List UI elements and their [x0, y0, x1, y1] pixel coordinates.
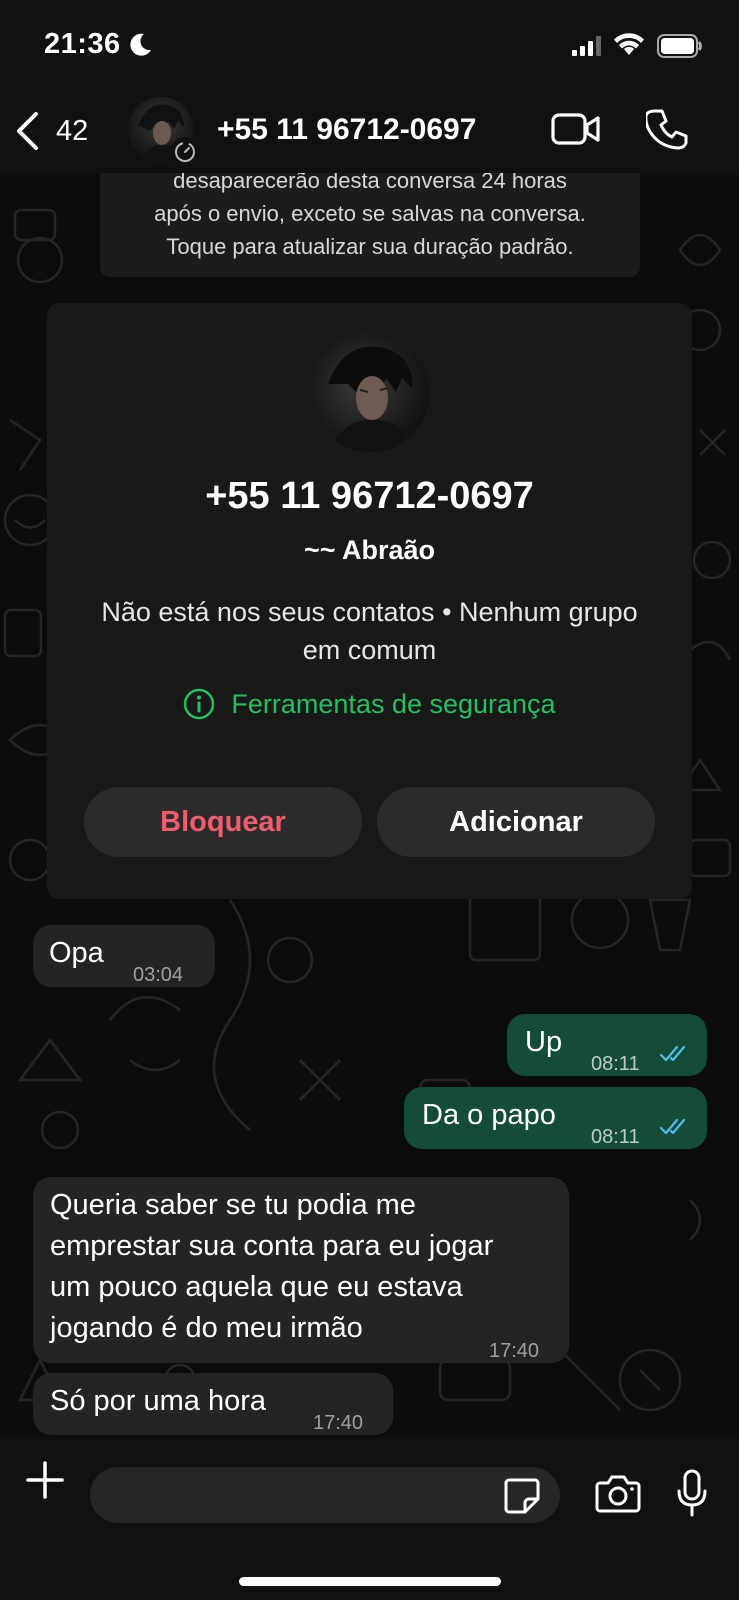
- contact-avatar[interactable]: [310, 332, 430, 452]
- signal-icon: [572, 36, 601, 56]
- back-button[interactable]: 42: [14, 109, 88, 153]
- info-icon: [184, 688, 215, 720]
- contact-info-text: Não está nos seus contatos • Nenhum grup…: [67, 593, 672, 669]
- phone-icon[interactable]: [646, 108, 688, 150]
- message-time: 08:11: [591, 1053, 640, 1075]
- wifi-icon: [614, 33, 644, 55]
- moon-icon: [130, 33, 151, 56]
- sticker-icon[interactable]: [503, 1477, 541, 1515]
- back-chevron-icon: [17, 112, 38, 150]
- info-line: em comum: [302, 635, 437, 665]
- message-composer: [0, 1437, 739, 1600]
- message-time: 03:04: [133, 964, 184, 986]
- message-text: Opa: [49, 937, 104, 969]
- message-text: Da o papo: [422, 1099, 556, 1131]
- message-outgoing[interactable]: Da o papo 08:11: [404, 1087, 707, 1149]
- message-incoming[interactable]: Opa 03:04: [33, 925, 215, 987]
- chat-title[interactable]: +55 11 96712-0697: [217, 113, 476, 147]
- contact-info-card: +55 11 96712-0697 ~~ Abraão Não está nos…: [47, 303, 692, 899]
- chat-header: 42 +55 11 96712-0697: [0, 95, 739, 173]
- message-outgoing[interactable]: Up 08:11: [507, 1014, 707, 1076]
- unread-count: 42: [56, 114, 89, 147]
- message-incoming[interactable]: Queria saber se tu podia me emprestar su…: [33, 1177, 569, 1363]
- message-text: Só por uma hora: [50, 1385, 267, 1417]
- message-time: 08:11: [591, 1126, 640, 1148]
- add-contact-button[interactable]: Adicionar: [377, 787, 655, 857]
- message-incoming[interactable]: Só por uma hora 17:40: [33, 1373, 393, 1435]
- double-check-icon: [659, 1118, 686, 1135]
- safety-tools-link[interactable]: Ferramentas de segurança: [47, 688, 692, 720]
- status-time: 21:36: [44, 28, 121, 60]
- notice-line: Toque para atualizar sua duração padrão.: [166, 234, 574, 259]
- video-call-icon[interactable]: [551, 111, 601, 147]
- message-text: Up: [525, 1026, 563, 1058]
- status-bar: 21:36: [0, 0, 739, 95]
- disappearing-timer-icon: [170, 137, 200, 167]
- safety-tools-label: Ferramentas de segurança: [231, 688, 556, 719]
- block-button[interactable]: Bloquear: [84, 787, 362, 857]
- contact-phone: +55 11 96712-0697: [205, 475, 534, 517]
- battery-icon: [657, 34, 702, 58]
- info-line: Não está nos seus contatos • Nenhum grup…: [101, 597, 638, 627]
- message-line: emprestar sua conta para eu jogar: [50, 1230, 494, 1262]
- message-input[interactable]: [90, 1467, 560, 1523]
- contact-name: ~~ Abraão: [303, 535, 436, 565]
- mic-icon[interactable]: [676, 1469, 708, 1519]
- camera-icon[interactable]: [595, 1475, 641, 1513]
- double-check-icon: [659, 1045, 686, 1062]
- message-time: 17:40: [489, 1340, 540, 1362]
- message-line: Queria saber se tu podia me: [50, 1189, 416, 1221]
- plus-icon[interactable]: [24, 1459, 66, 1501]
- message-line: um pouco aquela que eu estava: [50, 1271, 463, 1303]
- home-indicator: [239, 1577, 501, 1586]
- message-text: Queria saber se tu podia me emprestar su…: [50, 1185, 493, 1349]
- notice-line: após o envio, exceto se salvas na conver…: [154, 201, 586, 226]
- message-line: jogando é do meu irmão: [50, 1312, 363, 1344]
